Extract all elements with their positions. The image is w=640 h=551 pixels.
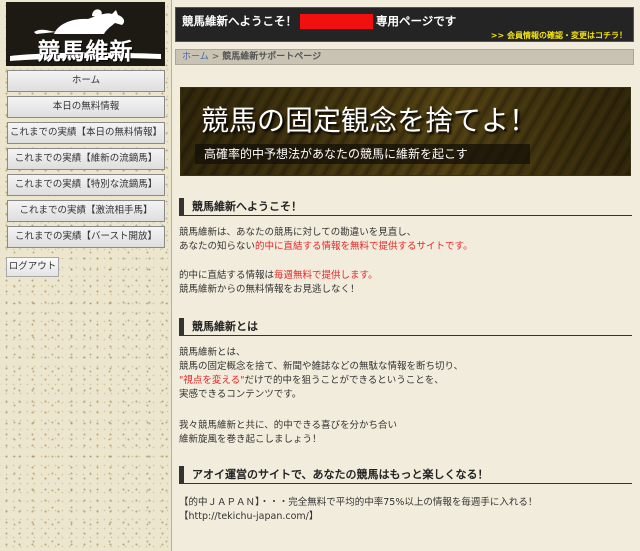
sidebar-item-todays-free-info[interactable]: 本日の無料情報 bbox=[7, 96, 165, 118]
banner-title: 競馬の固定観念を捨てよ！ bbox=[201, 104, 538, 137]
about-line-5: 我々競馬維新と共に、的中できる喜びを分かち合い bbox=[179, 420, 398, 431]
page-title: 競馬維新へようこそ！ 専用ページです bbox=[182, 13, 456, 29]
sidebar-item-results-free-info[interactable]: これまでの実績【本日の無料情報】 bbox=[7, 122, 165, 144]
sidebar-item-results-special-yabusame[interactable]: これまでの実績【特別な流鏑馬】 bbox=[7, 174, 165, 196]
title-suffix: 専用ページです bbox=[376, 14, 457, 28]
affiliate-url-link[interactable]: 【http://tekichu-japan.com/】 bbox=[179, 510, 318, 524]
title-prefix: 競馬維新へようこそ！ bbox=[182, 14, 297, 28]
about-line-3-highlight: "視点を変える" bbox=[179, 375, 245, 386]
breadcrumb-separator: > bbox=[211, 52, 220, 62]
about-line-3-b: だけで的中を狙うことができるということを、 bbox=[244, 375, 444, 386]
page-header: 競馬維新へようこそ！ 専用ページです >> 会員情報の確認・変更はコチラ！ bbox=[175, 7, 634, 42]
welcome-line-3-highlight: 毎週無料で提供します。 bbox=[274, 270, 378, 281]
welcome-line-2: あなたの知らない的中に直結する情報を無料で提供するサイトです。 bbox=[179, 240, 473, 254]
about-line-4: 実感できるコンテンツです。 bbox=[179, 389, 302, 400]
welcome-line-2-highlight: 的中に直結する情報を無料で提供するサイトです。 bbox=[255, 241, 473, 252]
sidebar-item-results-gekiryu[interactable]: これまでの実績【激流相手馬】 bbox=[7, 200, 165, 222]
welcome-line-2-a: あなたの知らない bbox=[179, 241, 256, 252]
about-line-2: 競馬の固定概念を捨て、新聞や雑誌などの無駄な情報を断ち切り、 bbox=[179, 361, 464, 372]
logo-text: 競馬維新 bbox=[37, 38, 134, 65]
site-logo[interactable]: 競馬維新 bbox=[6, 2, 165, 66]
welcome-line-3: 的中に直結する情報は毎週無料で提供します。 bbox=[179, 269, 378, 283]
sidebar-item-results-burst[interactable]: これまでの実績【バースト開放】 bbox=[7, 226, 165, 248]
breadcrumb: ホーム > 競馬維新サポートページ bbox=[175, 49, 634, 65]
welcome-line-4: 競馬維新からの無料情報をお見逃しなく！ bbox=[179, 284, 360, 295]
sidebar-item-home[interactable]: ホーム bbox=[7, 70, 165, 92]
affiliate-line-1: 【的中ＪＡＰＡＮ】・・・完全無料で平均的中率75%以上の情報を毎週手に入れる！ bbox=[179, 497, 538, 508]
member-info-link[interactable]: >> 会員情報の確認・変更はコチラ！ bbox=[491, 30, 627, 41]
welcome-line-1: 競馬維新は、あなたの競馬に対しての勘違いを見直し、 bbox=[179, 227, 417, 238]
about-line-6: 維新旋風を巻き起こしましょう！ bbox=[179, 434, 322, 445]
section-heading-affiliate: アオイ運営のサイトで、あなたの競馬はもっと楽しくなる！ bbox=[179, 466, 632, 484]
logout-button[interactable]: ログアウト bbox=[6, 257, 59, 277]
breadcrumb-current: 競馬維新サポートページ bbox=[222, 52, 322, 62]
section-heading-welcome: 競馬維新へようこそ！ bbox=[179, 198, 632, 216]
welcome-line-3-a: 的中に直結する情報は bbox=[179, 270, 275, 281]
banner-subtitle: 高確率的中予想法があなたの競馬に維新を起こす bbox=[195, 144, 530, 164]
about-line-3: "視点を変える"だけで的中を狙うことができるということを、 bbox=[179, 374, 444, 388]
sidebar: 競馬維新 ホーム 本日の無料情報 これまでの実績【本日の無料情報】 これまでの実… bbox=[0, 0, 172, 551]
sidebar-item-results-ishin-yabusame[interactable]: これまでの実績【維新の流鏑馬】 bbox=[7, 148, 165, 170]
breadcrumb-home-link[interactable]: ホーム bbox=[182, 52, 209, 62]
section-heading-about: 競馬維新とは bbox=[179, 318, 632, 336]
redacted-username bbox=[300, 13, 373, 29]
about-line-1: 競馬維新とは、 bbox=[179, 347, 246, 358]
hero-banner: 競馬の固定観念を捨てよ！ 高確率的中予想法があなたの競馬に維新を起こす bbox=[180, 87, 631, 176]
